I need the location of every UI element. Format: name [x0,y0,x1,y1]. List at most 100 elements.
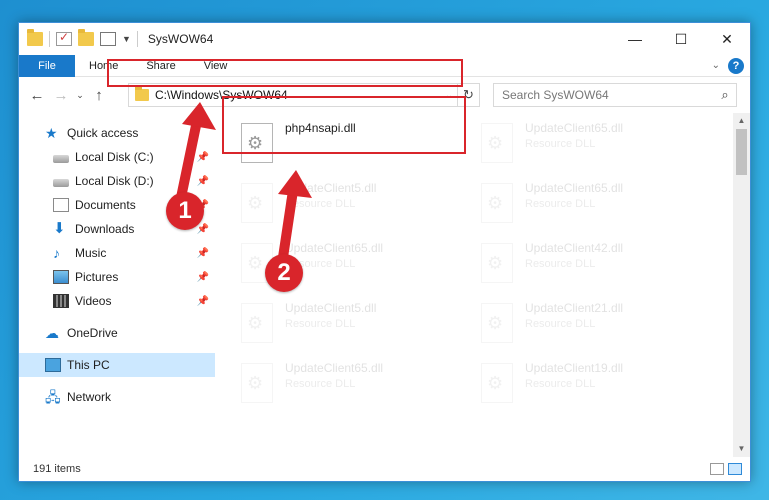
ribbon-expand-chevron-icon[interactable]: ⌄ [712,60,720,71]
maximize-button[interactable]: ☐ [658,23,704,55]
new-folder-icon[interactable] [78,29,94,46]
up-arrow-icon[interactable]: ↑ [87,87,111,104]
cloud-icon: ☁ [45,325,59,341]
file-name: UpdateClient21.dll [525,301,624,315]
separator [49,31,50,47]
downloads-icon: ⬇ [53,220,66,237]
minimize-button[interactable]: — [612,23,658,55]
recent-locations-chevron-icon[interactable]: ⌄ [73,90,87,101]
nav-label: Pictures [75,270,119,284]
pin-icon[interactable]: 📌 [197,176,209,187]
nav-label: OneDrive [67,326,118,340]
pin-icon[interactable]: 📌 [197,152,209,163]
pictures-icon [53,270,69,284]
dll-file-icon [241,123,273,163]
nav-item-videos[interactable]: Videos 📌 [19,289,215,313]
videos-icon [53,294,69,308]
nav-label: This PC [67,358,110,372]
file-item[interactable]: UpdateClient65.dll Resource DLL [481,117,705,177]
dll-file-icon [481,243,513,283]
customize-icon[interactable] [100,32,116,46]
address-dropdown-icon[interactable]: ⌄ [441,90,457,101]
navigation-pane: ★ Quick access Local Disk (C:) 📌 Local D… [19,113,215,457]
tab-share[interactable]: Share [132,60,189,72]
address-path[interactable]: C:\Windows\SysWOW64 [155,88,441,102]
dll-file-icon [481,183,513,223]
address-bar[interactable]: C:\Windows\SysWOW64 ⌄ ↻ [128,83,480,107]
item-count: 191 items [33,463,81,475]
window-controls: — ☐ ✕ [612,23,750,55]
chevron-down-icon[interactable]: ▼ [122,34,131,44]
pin-icon[interactable]: 📌 [197,296,209,307]
file-type: Resource DLL [285,318,356,330]
forward-arrow-icon[interactable]: → [49,87,73,104]
properties-check-icon[interactable] [56,30,72,46]
scroll-thumb[interactable] [736,129,747,175]
nav-label: Downloads [75,222,135,236]
nav-label: Music [75,246,107,260]
pin-icon[interactable]: 📌 [197,248,209,259]
vertical-scrollbar[interactable]: ▲ ▼ [733,113,750,457]
tab-file[interactable]: File [19,54,75,77]
pin-icon[interactable]: 📌 [197,272,209,283]
file-item[interactable]: UpdateClient42.dll Resource DLL [481,237,705,297]
nav-item-this-pc[interactable]: This PC [19,353,215,377]
nav-label: Videos [75,294,112,308]
file-name: UpdateClient42.dll [525,241,624,255]
help-icon[interactable]: ? [728,57,744,74]
dll-file-icon [481,363,513,403]
file-type: Resource DLL [525,138,596,150]
step2-badge: 2 [265,254,303,292]
pin-icon[interactable]: 📌 [197,224,209,235]
search-icon[interactable]: ⌕ [714,87,736,103]
file-explorer-window: ▼ SysWOW64 — ☐ ✕ File Home Share View ⌄ … [18,22,751,482]
nav-label: Network [67,390,112,404]
nav-item-music[interactable]: ♪ Music 📌 [19,241,215,265]
close-button[interactable]: ✕ [704,23,750,55]
nav-label: Documents [75,198,136,212]
file-item[interactable]: UpdateClient65.dll Resource DLL [481,177,705,237]
scroll-down-icon[interactable]: ▼ [733,441,750,457]
nav-quick-access[interactable]: ★ Quick access [19,121,215,145]
nav-item-local-disk-c[interactable]: Local Disk (C:) 📌 [19,145,215,169]
file-name: UpdateClient5.dll [285,181,377,195]
computer-icon [45,358,61,372]
dll-file-icon [241,303,273,343]
quick-access-toolbar: ▼ [27,29,138,47]
explorer-body: ★ Quick access Local Disk (C:) 📌 Local D… [19,113,750,457]
search-input[interactable]: Search SysWOW64 ⌕ [493,83,737,107]
window-title: SysWOW64 [147,32,214,46]
nav-item-local-disk-d[interactable]: Local Disk (D:) 📌 [19,169,215,193]
drive-icon [53,178,69,187]
nav-item-onedrive[interactable]: ☁ OneDrive [19,321,215,345]
file-item[interactable]: UpdateClient19.dll Resource DLL [481,357,705,417]
file-type: Resource DLL [525,318,596,330]
scroll-up-icon[interactable]: ▲ [733,113,750,129]
tab-view[interactable]: View [190,60,242,72]
folder-icon [27,29,43,46]
dll-file-icon [241,363,273,403]
file-item[interactable]: UpdateClient21.dll Resource DLL [481,297,705,357]
file-type: Resource DLL [525,378,596,390]
large-icons-view-icon[interactable] [728,463,742,475]
file-item[interactable]: UpdateClient5.dll Resource DLL [241,297,465,357]
file-name: php4nsapi.dll [285,121,356,135]
refresh-icon[interactable]: ↻ [457,84,479,106]
music-icon: ♪ [53,245,60,261]
back-arrow-icon[interactable]: ← [25,87,49,104]
file-name: UpdateClient65.dll [525,181,624,195]
network-icon: 🖧 [45,389,61,405]
step1-badge: 1 [166,192,204,230]
file-item-php4nsapi[interactable]: php4nsapi.dll [241,117,465,177]
file-item[interactable]: UpdateClient65.dll Resource DLL [241,357,465,417]
file-item[interactable]: UpdateClient5.dll Resource DLL [241,177,465,237]
nav-item-pictures[interactable]: Pictures 📌 [19,265,215,289]
title-bar: ▼ SysWOW64 — ☐ ✕ [19,23,750,55]
details-view-icon[interactable] [710,463,724,475]
drive-icon [53,154,69,163]
tab-home[interactable]: Home [75,60,132,72]
nav-label: Local Disk (D:) [75,174,154,188]
file-type: Resource DLL [525,258,596,270]
nav-label: Local Disk (C:) [75,150,154,164]
nav-item-network[interactable]: 🖧 Network [19,385,215,409]
